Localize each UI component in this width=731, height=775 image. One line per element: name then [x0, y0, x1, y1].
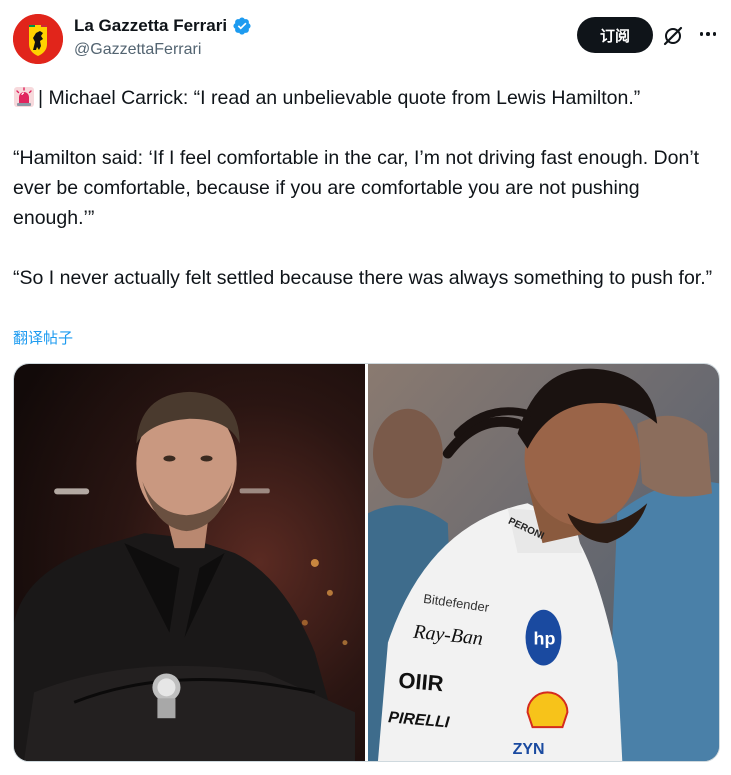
subscribe-button[interactable]: 订阅 — [577, 17, 653, 53]
tweet-paragraph-2: “Hamilton said: ‘If I feel comfortable i… — [13, 147, 705, 229]
svg-text:ZYN: ZYN — [513, 741, 545, 758]
translate-post-link[interactable]: 翻译帖子 — [13, 327, 73, 348]
photo-hamilton[interactable]: Bitdefender Ray-Ban hp OIIR PIRELLI ZYN … — [368, 364, 719, 761]
tweet-text: | Michael Carrick: “I read an unbelievab… — [13, 83, 718, 293]
user-handle[interactable]: @GazzettaFerrari — [74, 41, 252, 59]
tweet-paragraph-1: | Michael Carrick: “I read an unbelievab… — [38, 87, 641, 109]
tweet-paragraph: | Michael Carrick: “I read an unbelievab… — [13, 83, 718, 113]
grok-icon[interactable] — [661, 24, 685, 48]
author-block: La Gazzetta Ferrari @GazzettaFerrari — [74, 14, 252, 59]
more-options-icon[interactable] — [696, 22, 720, 46]
tweet-paragraph-3: “So I never actually felt settled becaus… — [13, 267, 713, 289]
media-grid: Bitdefender Ray-Ban hp OIIR PIRELLI ZYN … — [13, 363, 720, 762]
hamilton-image: Bitdefender Ray-Ban hp OIIR PIRELLI ZYN … — [368, 364, 719, 761]
carrick-image — [14, 364, 365, 761]
police-siren-icon — [14, 87, 34, 107]
avatar[interactable] — [13, 14, 63, 64]
ferrari-logo-icon — [13, 14, 63, 64]
display-name[interactable]: La Gazzetta Ferrari — [74, 16, 227, 36]
svg-text:hp: hp — [534, 629, 556, 649]
photo-carrick[interactable] — [14, 364, 365, 761]
verified-badge-icon — [233, 17, 251, 35]
svg-text:OIIR: OIIR — [397, 667, 444, 696]
